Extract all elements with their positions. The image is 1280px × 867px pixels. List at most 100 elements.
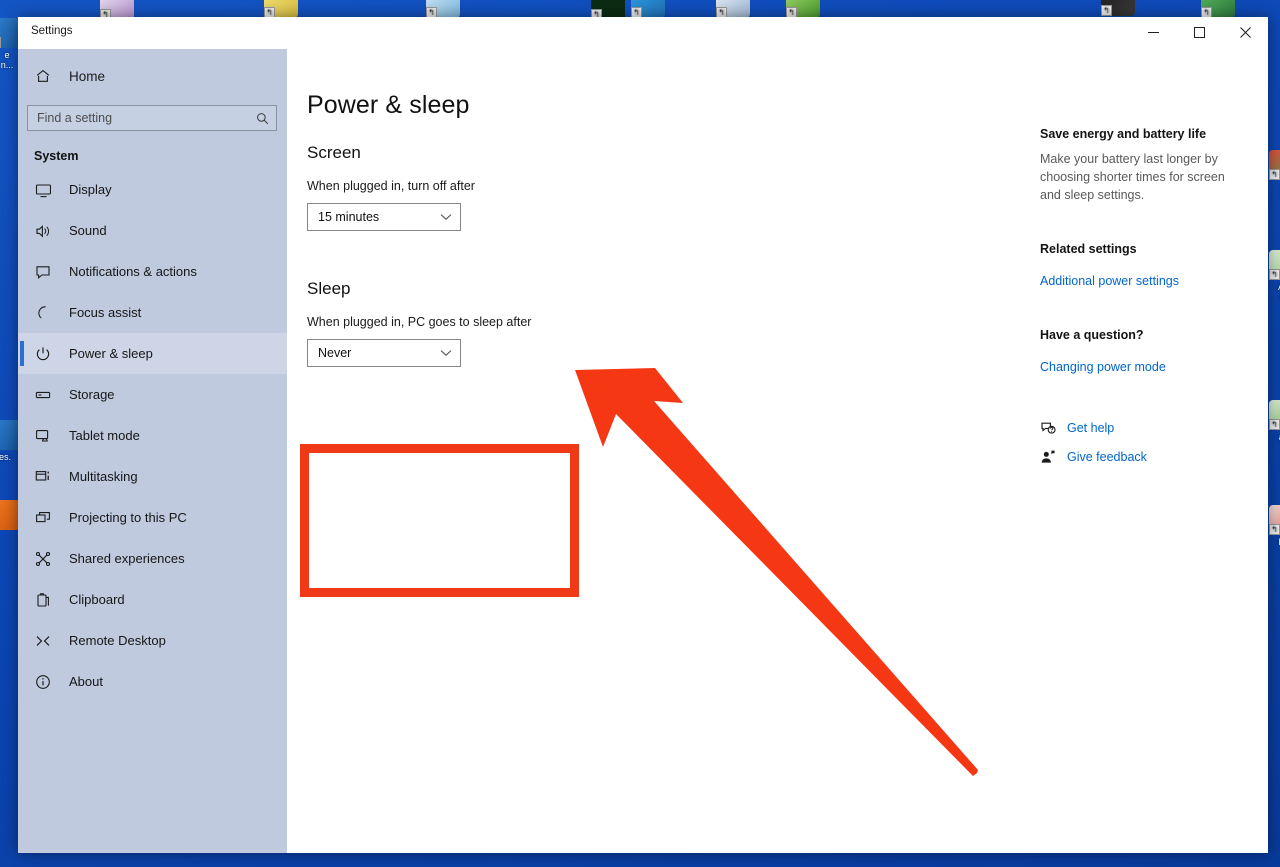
power-icon [34, 345, 51, 362]
give-feedback-link[interactable]: Give feedback [1067, 450, 1147, 464]
sidebar-item-focus-assist[interactable]: Focus assist [18, 292, 287, 333]
settings-content: Power & sleep Screen When plugged in, tu… [287, 49, 1268, 853]
minimize-icon [1147, 32, 1159, 33]
feedback-person-icon [1040, 449, 1056, 465]
right-pane: Save energy and battery life Make your b… [1022, 49, 1268, 853]
settings-window: Settings Home Find a setting System Disp… [18, 17, 1268, 853]
minimize-button[interactable] [1130, 17, 1176, 48]
sleep-timeout-dropdown[interactable]: Never [307, 339, 461, 367]
sleep-section: Sleep When plugged in, PC goes to sleep … [300, 279, 1022, 597]
sidebar-item-power-sleep[interactable]: Power & sleep [18, 333, 287, 374]
drive-icon [34, 386, 51, 403]
screen-timeout-dropdown[interactable]: 15 minutes [307, 203, 461, 231]
tablet-icon [34, 427, 51, 444]
sidebar-item-storage[interactable]: Storage [18, 374, 287, 415]
sidebar-item-label: Display [69, 182, 112, 197]
chevron-down-icon [440, 344, 452, 362]
clipboard-icon [34, 591, 51, 608]
sidebar-item-label: Notifications & actions [69, 264, 197, 279]
shortcut-arrow-icon: ↰ [1269, 269, 1280, 280]
speaker-icon [34, 222, 51, 239]
desktop-icon-glyph: ↰ [716, 0, 750, 18]
desktop-icon-glyph: ↰ [1101, 0, 1135, 16]
changing-power-mode-link[interactable]: Changing power mode [1040, 360, 1166, 374]
sidebar-item-shared-experiences[interactable]: Shared experiences [18, 538, 287, 579]
chevron-down-icon [440, 208, 452, 226]
desktop-icon-glyph: ↰ [426, 0, 460, 18]
shortcut-arrow-icon: ↰ [1269, 169, 1280, 180]
related-settings-heading: Related settings [1040, 242, 1137, 256]
project-icon [34, 509, 51, 526]
maximize-button[interactable] [1176, 17, 1222, 48]
desktop-icon-glyph: ↰ [1269, 400, 1280, 430]
search-icon [256, 112, 269, 125]
tip-body: Make your battery last longer by choosin… [1040, 152, 1225, 202]
main-column: Power & sleep Screen When plugged in, tu… [287, 49, 1022, 853]
desktop-icon-glyph: ↰ [786, 0, 820, 18]
have-a-question-section: Have a question? Changing power mode [1040, 328, 1238, 376]
sidebar-item-label: Storage [69, 387, 115, 402]
sidebar-item-display[interactable]: Display [18, 169, 287, 210]
window-controls [1130, 17, 1268, 48]
sidebar-item-label: Tablet mode [69, 428, 140, 443]
desktop-icon-glyph: ↰ [1269, 505, 1280, 535]
additional-power-settings-link[interactable]: Additional power settings [1040, 274, 1179, 288]
title-bar[interactable]: Settings [18, 17, 1268, 49]
sidebar-item-label: Shared experiences [69, 551, 185, 566]
sidebar-nav-list: Display Sound Notifications & actions Focus… [18, 169, 287, 702]
screen-section-heading: Screen [307, 143, 361, 162]
sidebar-item-label: Focus assist [69, 305, 142, 320]
multitask-icon [34, 468, 51, 485]
shortcut-arrow-icon: ↰ [1269, 419, 1280, 430]
maximize-icon [1193, 27, 1205, 38]
share-icon [34, 550, 51, 567]
screen-timeout-value: 15 minutes [318, 210, 380, 224]
get-help-link[interactable]: Get help [1067, 421, 1114, 435]
desktop-icon[interactable]: ↰ [1095, 0, 1141, 18]
sidebar-item-about[interactable]: About [18, 661, 287, 702]
sidebar-item-clipboard[interactable]: Clipboard [18, 579, 287, 620]
sidebar-item-multitasking[interactable]: Multitasking [18, 456, 287, 497]
window-title: Settings [31, 25, 73, 37]
get-help-row[interactable]: Get help [1040, 420, 1238, 436]
help-bubble-icon [1040, 420, 1056, 436]
search-input[interactable] [28, 111, 276, 125]
sidebar-item-label: About [69, 674, 103, 689]
remote-icon [34, 632, 51, 649]
give-feedback-row[interactable]: Give feedback [1040, 449, 1238, 465]
sidebar-item-projecting-to-this-pc[interactable]: Projecting to this PC [18, 497, 287, 538]
sidebar-item-label: Clipboard [69, 592, 125, 607]
tip-heading: Save energy and battery life [1040, 127, 1207, 141]
desktop-icon-glyph: ↰ [1269, 150, 1280, 180]
desktop-icon-glyph: ↰ [1269, 250, 1280, 280]
chat-icon [34, 263, 51, 280]
sleep-timeout-value: Never [318, 346, 352, 360]
close-icon [1239, 27, 1251, 38]
sidebar-item-label: Projecting to this PC [69, 510, 187, 525]
desktop-icon-glyph: ↰ [631, 0, 665, 18]
home-icon [34, 68, 51, 85]
info-icon [34, 673, 51, 690]
help-links-section: Get help Give feedback [1040, 420, 1238, 465]
moon-icon [34, 304, 51, 321]
sidebar-item-tablet-mode[interactable]: Tablet mode [18, 415, 287, 456]
sidebar-item-label: Multitasking [69, 469, 138, 484]
desktop-icon-glyph: ↰ [1201, 0, 1235, 18]
monitor-icon [34, 181, 51, 198]
sidebar-item-label: Sound [69, 223, 107, 238]
close-button[interactable] [1222, 17, 1268, 48]
settings-sidebar: Home System Display Sound Notifications & … [18, 49, 287, 853]
sidebar-item-label: Remote Desktop [69, 633, 166, 648]
sidebar-item-remote-desktop[interactable]: Remote Desktop [18, 620, 287, 661]
sidebar-item-home[interactable]: Home [18, 59, 287, 93]
search-box[interactable] [27, 105, 277, 131]
sidebar-item-label: Power & sleep [69, 346, 153, 361]
sidebar-item-sound[interactable]: Sound [18, 210, 287, 251]
desktop-icon-glyph: ↰ [0, 500, 20, 530]
sidebar-item-notifications-actions[interactable]: Notifications & actions [18, 251, 287, 292]
sidebar-group-label: System [34, 149, 79, 163]
sleep-highlight-box [300, 444, 579, 597]
window-body: Home System Display Sound Notifications & … [18, 49, 1268, 853]
screen-section: Screen When plugged in, turn off after 1… [307, 143, 1022, 231]
shortcut-arrow-icon: ↰ [0, 37, 1, 48]
